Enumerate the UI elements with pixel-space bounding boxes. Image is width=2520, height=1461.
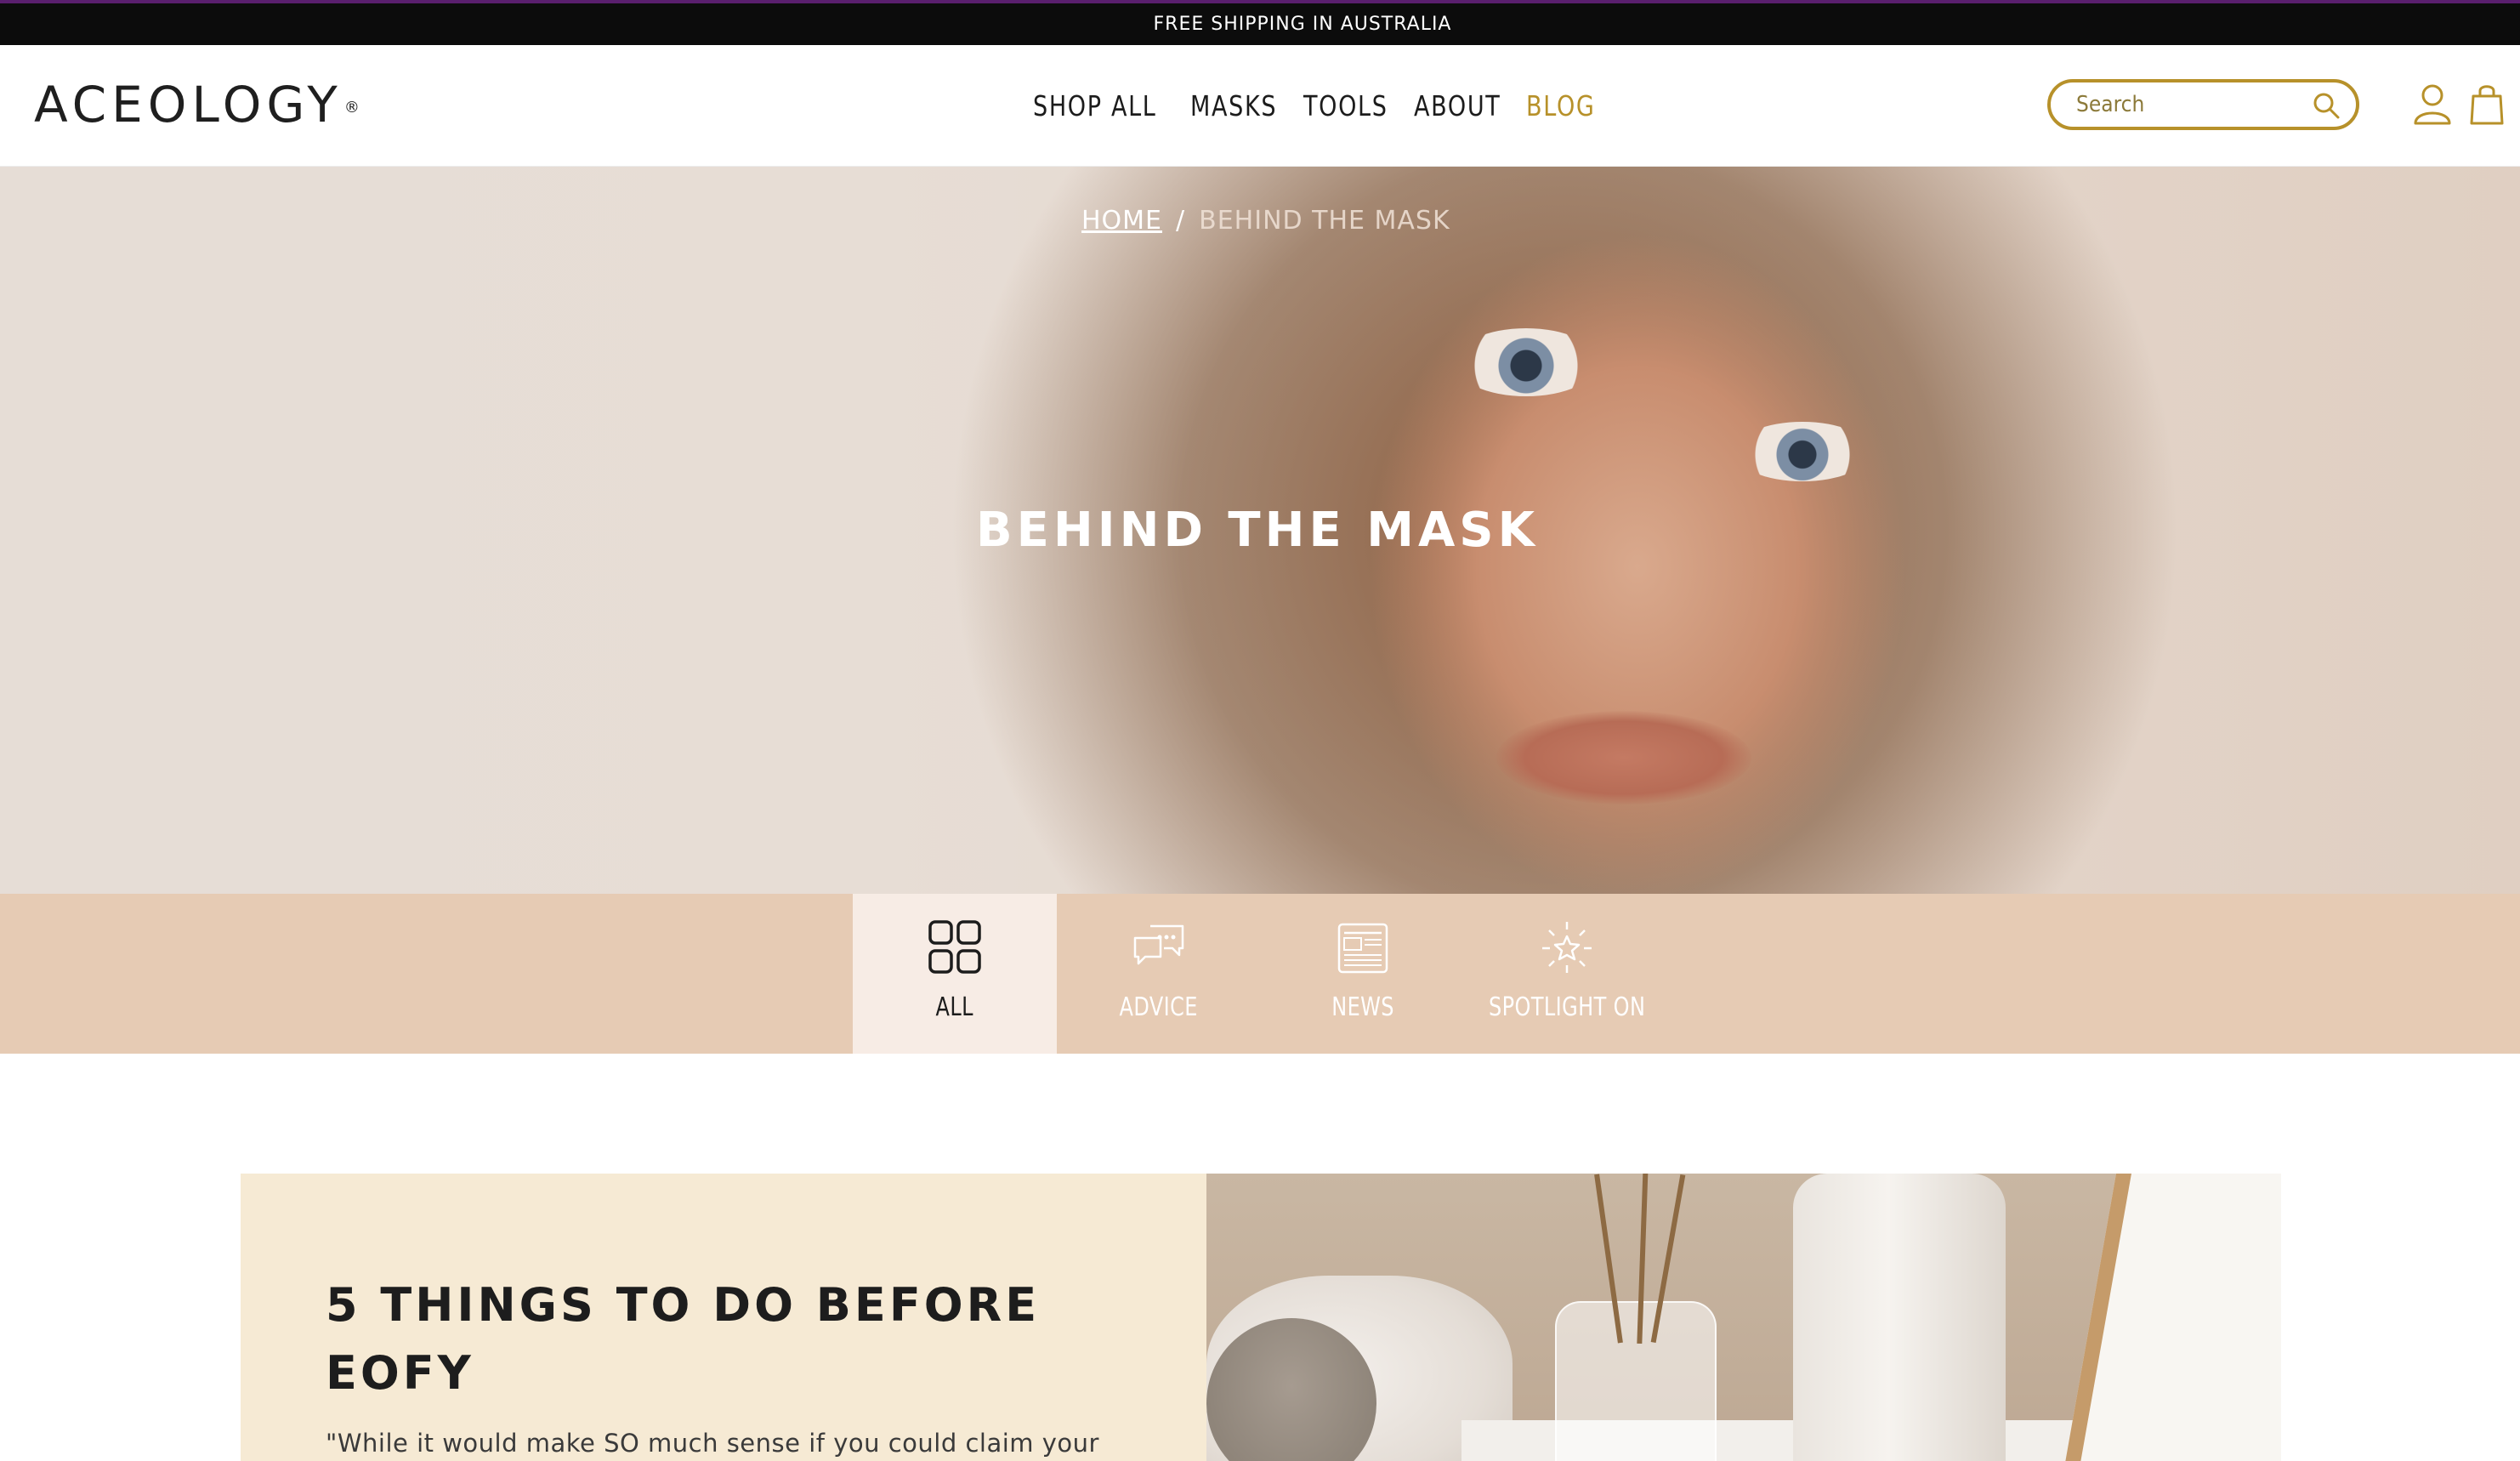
breadcrumb-current: BEHIND THE MASK — [1199, 206, 1450, 236]
nav-shop-all[interactable]: SHOP ALL — [1033, 89, 1157, 122]
category-tab-advice[interactable]: ADVICE — [1057, 894, 1261, 1054]
category-filter-bar: ALL ADVICE NEWS SPOTLIGHT ON — [0, 894, 2520, 1054]
breadcrumb-separator: / — [1176, 206, 1186, 236]
search-icon[interactable] — [2312, 91, 2341, 120]
nav-masks[interactable]: MASKS — [1190, 89, 1277, 122]
article-text-panel: 5 THINGS TO DO BEFORE EOFY "While it wou… — [241, 1174, 1206, 1461]
search-box — [2047, 79, 2359, 130]
article-image-glass-vase — [1555, 1301, 1717, 1461]
article-image-cylinder-vase — [1793, 1174, 2006, 1461]
registered-mark: ® — [343, 99, 360, 117]
category-label-spotlight-on: SPOTLIGHT ON — [1488, 992, 1646, 1022]
page-title: BEHIND THE MASK — [0, 503, 2519, 558]
article-image[interactable] — [1206, 1174, 2281, 1461]
breadcrumb-home[interactable]: HOME — [1081, 206, 1162, 236]
article-excerpt: "While it would make SO much sense if yo… — [326, 1429, 1099, 1458]
search-input[interactable] — [2076, 92, 2306, 117]
nav-about[interactable]: ABOUT — [1414, 89, 1501, 122]
chat-bubbles-icon — [1133, 924, 1184, 965]
announcement-text: FREE SHIPPING IN AUSTRALIA — [1153, 14, 1452, 35]
article-title[interactable]: 5 THINGS TO DO BEFORE EOFY — [326, 1271, 1091, 1407]
category-label-all: ALL — [935, 992, 974, 1022]
newspaper-icon — [1337, 923, 1388, 974]
page-title-text: BEHIND THE MASK — [975, 503, 1540, 558]
breadcrumb: HOME / BEHIND THE MASK — [1081, 206, 1450, 236]
hero-portrait-detail — [1496, 711, 1751, 804]
category-label-advice: ADVICE — [1119, 992, 1199, 1022]
brand-logo[interactable]: ACEOLOGY ® — [34, 79, 360, 130]
main-nav: SHOP ALL MASKS TOOLS ABOUT BLOG — [1033, 45, 1594, 167]
nav-tools[interactable]: TOOLS — [1303, 89, 1388, 122]
site-header: ACEOLOGY ® SHOP ALL MASKS TOOLS ABOUT BLO… — [0, 45, 2520, 167]
cart-icon[interactable] — [2470, 82, 2504, 125]
star-burst-icon — [1542, 922, 1592, 973]
category-tab-news[interactable]: NEWS — [1261, 894, 1465, 1054]
category-label-news: NEWS — [1331, 992, 1394, 1022]
grid-icon — [928, 920, 981, 974]
logo-text: ACEOLOGY — [34, 76, 343, 134]
hero-banner: HOME / BEHIND THE MASK BEHIND THE MASK — [0, 167, 2520, 894]
account-icon[interactable] — [2413, 82, 2452, 125]
category-tab-spotlight-on[interactable]: SPOTLIGHT ON — [1465, 894, 1669, 1054]
category-tab-all[interactable]: ALL — [853, 894, 1057, 1054]
nav-blog[interactable]: BLOG — [1526, 89, 1596, 122]
announcement-bar: FREE SHIPPING IN AUSTRALIA — [0, 0, 2520, 45]
article-image-frame — [2062, 1174, 2281, 1461]
